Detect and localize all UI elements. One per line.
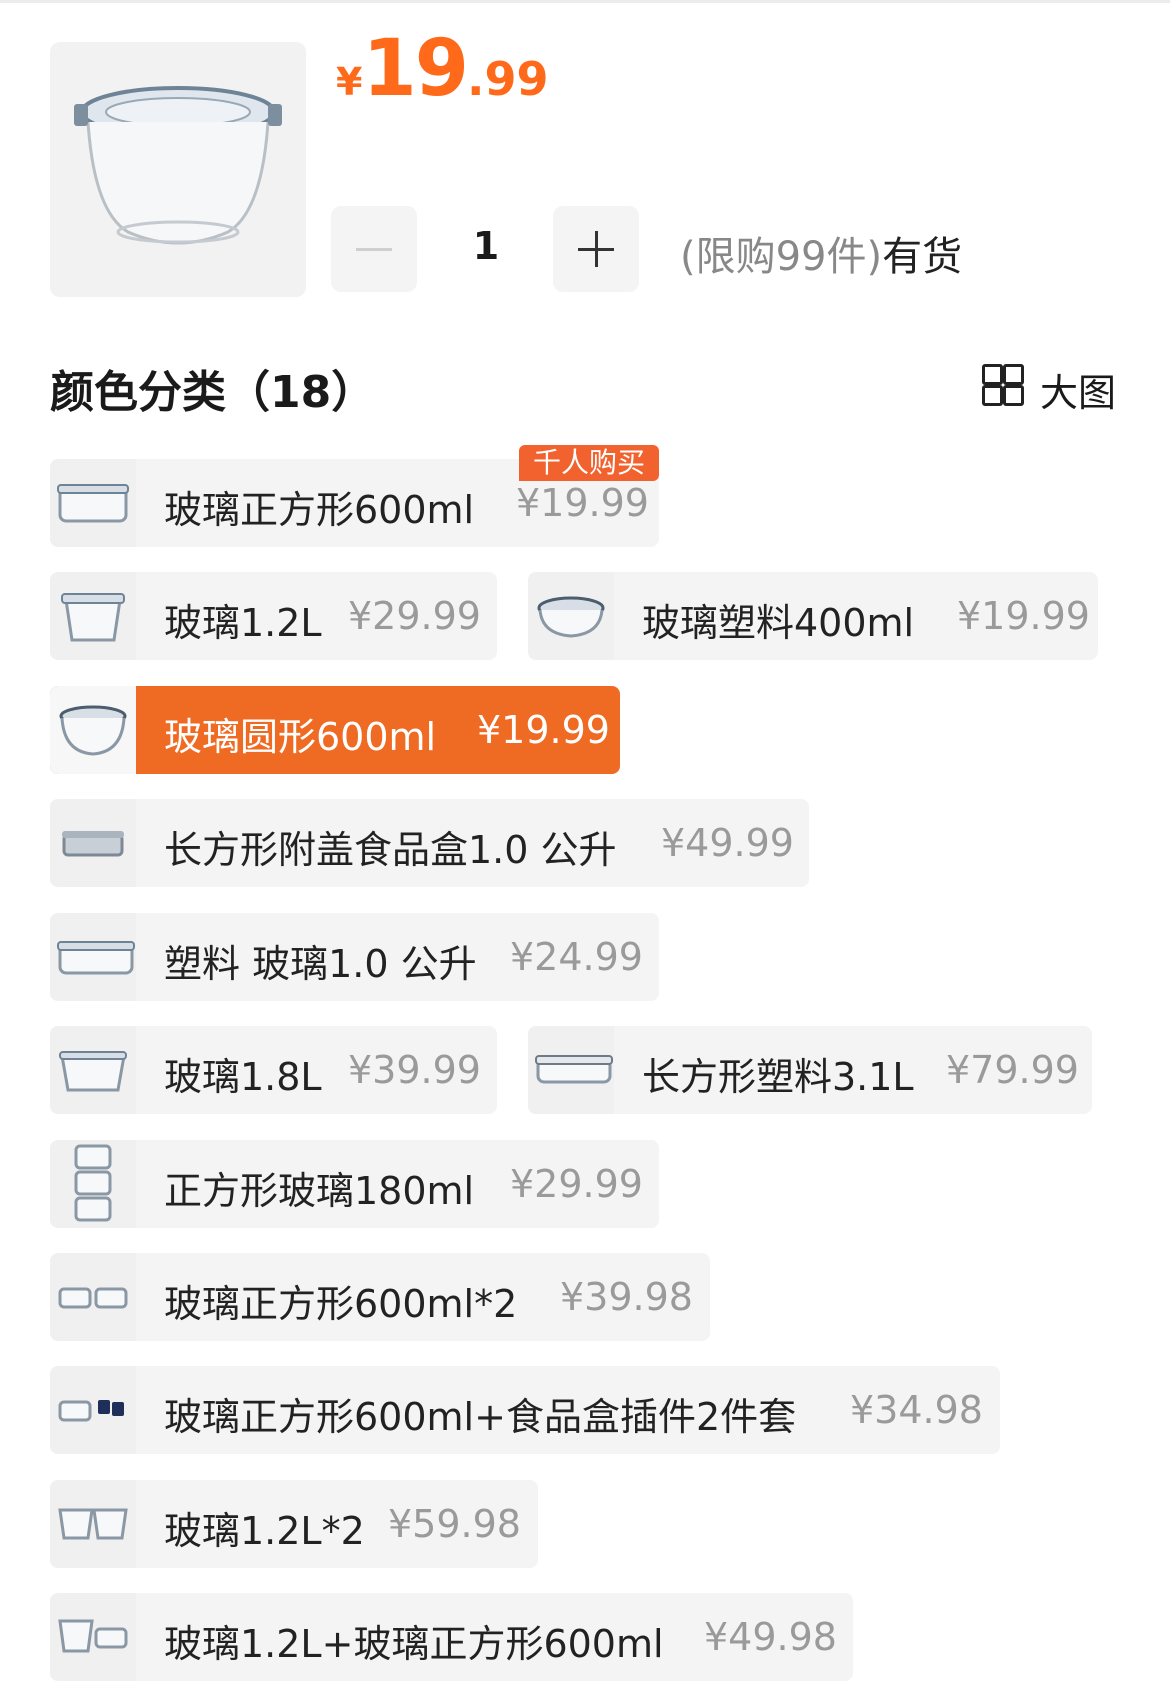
option-name: 长方形塑料3.1L	[642, 1055, 914, 1099]
option-price: ¥19.99	[516, 481, 649, 525]
option-item[interactable]: 玻璃塑料400ml ¥19.99	[528, 572, 1098, 660]
option-image	[50, 1593, 136, 1681]
option-name: 玻璃圆形600ml	[164, 715, 437, 759]
container-with-insert-icon	[58, 1400, 124, 1422]
option-image	[50, 1480, 136, 1568]
option-image	[50, 686, 136, 774]
purchase-limit: (限购99件)	[680, 234, 883, 280]
option-price: ¥39.99	[348, 1048, 481, 1092]
price-decimal: .99	[467, 52, 549, 106]
option-image	[528, 572, 614, 660]
popular-badge: 千人购买	[519, 445, 659, 481]
two-glass-containers-icon	[58, 1508, 128, 1540]
option-image	[50, 459, 136, 547]
option-name: 正方形玻璃180ml	[164, 1169, 475, 1213]
option-image	[50, 572, 136, 660]
product-price: ¥19.99	[336, 24, 549, 114]
price-currency: ¥	[336, 60, 363, 104]
square-glass-container-icon	[61, 593, 125, 642]
option-price: ¥24.99	[510, 935, 643, 979]
option-price: ¥59.98	[388, 1502, 521, 1546]
option-image	[50, 1026, 136, 1114]
option-item[interactable]: 玻璃1.2L*2 ¥59.98	[50, 1480, 538, 1568]
option-name: 塑料 玻璃1.0 公升	[164, 942, 477, 986]
rectangular-box-icon	[62, 831, 124, 857]
color-category-title: 颜色分类（18）	[50, 367, 376, 418]
quantity-decrease-button[interactable]	[331, 206, 417, 292]
stock-status: (限购99件)有货	[680, 224, 962, 282]
option-price: ¥29.99	[510, 1162, 643, 1206]
option-image	[50, 1366, 136, 1454]
rectangular-plastic-container-icon	[535, 1055, 613, 1084]
option-image	[50, 1140, 136, 1228]
option-price: ¥19.99	[957, 594, 1090, 638]
quantity-value[interactable]: 1	[456, 224, 516, 268]
round-glass-container-icon	[537, 596, 605, 638]
option-item[interactable]: 玻璃正方形600ml+食品盒插件2件套 ¥34.98	[50, 1366, 1000, 1454]
option-price: ¥79.99	[946, 1048, 1079, 1092]
option-item[interactable]: 塑料 玻璃1.0 公升 ¥24.99	[50, 913, 659, 1001]
square-glass-container-icon	[57, 484, 129, 523]
option-name: 玻璃塑料400ml	[642, 601, 915, 645]
option-price: ¥34.98	[850, 1388, 983, 1432]
option-image	[528, 1026, 614, 1114]
grid-icon	[982, 364, 1024, 406]
option-name: 玻璃1.8L	[164, 1055, 322, 1099]
option-image	[50, 913, 136, 1001]
option-item[interactable]: 玻璃1.8L ¥39.99	[50, 1026, 497, 1114]
two-square-containers-icon	[58, 1287, 128, 1309]
rectangular-glass-container-icon	[57, 941, 135, 975]
option-image	[50, 1253, 136, 1341]
option-name: 长方形附盖食品盒1.0 公升	[164, 828, 617, 872]
option-item[interactable]: 玻璃正方形600ml*2 ¥39.98	[50, 1253, 710, 1341]
big-view-label: 大图	[1040, 371, 1117, 415]
option-price: ¥49.98	[704, 1615, 837, 1659]
option-name: 玻璃1.2L*2	[164, 1509, 365, 1553]
option-name: 玻璃正方形600ml+食品盒插件2件套	[164, 1395, 797, 1439]
option-item[interactable]: 长方形附盖食品盒1.0 公升 ¥49.99	[50, 799, 809, 887]
stacked-containers-icon	[74, 1144, 112, 1222]
round-glass-container-icon	[74, 86, 282, 245]
option-item-selected[interactable]: 玻璃圆形600ml ¥19.99	[50, 686, 620, 774]
option-image	[50, 799, 136, 887]
option-item[interactable]: 正方形玻璃180ml ¥29.99	[50, 1140, 659, 1228]
price-integer: 19	[362, 24, 469, 114]
option-price: ¥29.99	[348, 594, 481, 638]
option-name: 玻璃正方形600ml	[164, 488, 475, 532]
rectangular-glass-container-icon	[59, 1051, 127, 1092]
option-item[interactable]: 玻璃1.2L+玻璃正方形600ml ¥49.98	[50, 1593, 853, 1681]
availability: 有货	[882, 234, 963, 280]
quantity-increase-button[interactable]	[553, 206, 639, 292]
minus-icon	[356, 248, 392, 251]
option-item[interactable]: 长方形塑料3.1L ¥79.99	[528, 1026, 1092, 1114]
option-price: ¥19.99	[477, 708, 610, 752]
option-name: 玻璃1.2L	[164, 601, 322, 645]
option-price: ¥39.98	[560, 1275, 693, 1319]
glass-container-set-icon	[58, 1619, 128, 1653]
round-glass-container-icon	[59, 705, 127, 756]
option-name: 玻璃正方形600ml*2	[164, 1282, 518, 1326]
option-price: ¥49.99	[661, 821, 794, 865]
top-divider	[0, 0, 1170, 3]
option-item[interactable]: 玻璃1.2L ¥29.99	[50, 572, 497, 660]
option-name: 玻璃1.2L+玻璃正方形600ml	[164, 1622, 664, 1666]
product-image[interactable]	[50, 42, 306, 297]
